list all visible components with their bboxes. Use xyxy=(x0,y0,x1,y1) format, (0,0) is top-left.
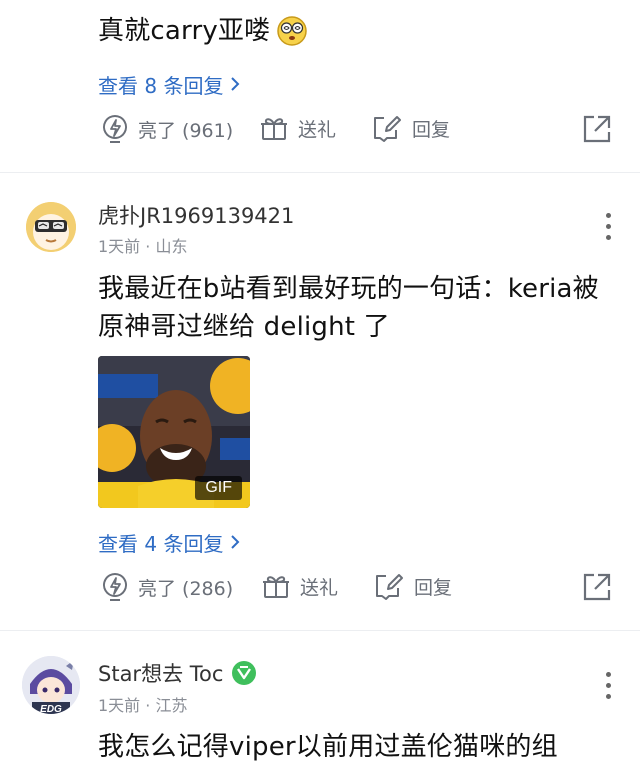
view-replies-link[interactable]: 查看 8 条回复 xyxy=(98,70,241,99)
chevron-right-icon xyxy=(229,73,241,97)
avatar-badge-text: EDG xyxy=(40,704,62,714)
kebab-dot xyxy=(605,683,611,688)
gift-icon xyxy=(260,114,288,142)
comment-text-line: 我最近在b站看到最好玩的一句话：keria被 xyxy=(98,274,599,304)
gift-button[interactable]: 送礼 xyxy=(260,114,336,142)
gift-button[interactable]: 送礼 xyxy=(262,572,338,600)
lightning-icon xyxy=(102,572,128,602)
share-button[interactable] xyxy=(582,572,612,602)
anime-character-avatar-icon: EDG xyxy=(22,656,80,714)
view-replies-link[interactable]: 查看 4 条回复 xyxy=(98,528,241,557)
share-icon xyxy=(582,572,612,602)
avatar[interactable] xyxy=(26,202,76,252)
reply-edit-icon xyxy=(374,572,404,600)
divider xyxy=(0,630,640,631)
verified-badge-icon xyxy=(231,660,257,686)
gif-image[interactable]: GIF xyxy=(98,356,250,508)
like-button[interactable]: 亮了 (961) xyxy=(102,114,233,144)
more-options-button[interactable] xyxy=(598,672,618,699)
lightning-icon xyxy=(102,114,128,144)
gift-label: 送礼 xyxy=(298,118,337,141)
comment-meta: 1天前 · 山东 xyxy=(98,237,188,256)
kebab-dot xyxy=(605,235,611,240)
reply-button[interactable]: 回复 xyxy=(372,114,450,142)
chevron-right-icon xyxy=(229,531,241,555)
username-text: 虎扑JR1969139421 xyxy=(98,204,295,228)
sunglasses-avatar-icon xyxy=(26,202,76,252)
kebab-dot xyxy=(605,672,611,677)
comment-text: 我最近在b站看到最好玩的一句话：keria被 原神哥过继给 delight 了 xyxy=(98,270,599,346)
reply-button[interactable]: 回复 xyxy=(374,572,452,600)
avatar[interactable]: EDG xyxy=(22,656,80,714)
comment-text: 真就carry亚喽 xyxy=(98,12,308,50)
reply-edit-icon xyxy=(372,114,402,142)
like-button[interactable]: 亮了 (286) xyxy=(102,572,233,602)
kebab-dot xyxy=(605,694,611,699)
username[interactable]: 虎扑JR1969139421 xyxy=(98,200,294,230)
dazed-emoji-icon xyxy=(276,15,308,47)
reply-label: 回复 xyxy=(414,576,453,599)
comment-text-line: 原神哥过继给 delight 了 xyxy=(98,312,390,342)
view-replies-label: 查看 8 条回复 xyxy=(98,74,224,98)
comment-meta: 1天前 · 江苏 xyxy=(98,696,188,715)
comment-actions: 亮了 (961) 送礼 回复 xyxy=(0,112,640,152)
like-count: 亮了 (961) xyxy=(138,119,234,142)
kebab-dot xyxy=(605,213,611,218)
username[interactable]: Star想去 Toc xyxy=(98,658,257,688)
comment-actions: 亮了 (286) 送礼 回复 xyxy=(0,570,640,610)
gift-icon xyxy=(262,572,290,600)
comment-text: 我怎么记得viper以前用过盖伦猫咪的组 xyxy=(98,732,558,762)
gif-badge: GIF xyxy=(195,476,242,500)
username-text: Star想去 Toc xyxy=(98,662,224,686)
like-count: 亮了 (286) xyxy=(138,577,234,600)
more-options-button[interactable] xyxy=(598,213,618,240)
kebab-dot xyxy=(605,224,611,229)
view-replies-label: 查看 4 条回复 xyxy=(98,532,224,556)
share-button[interactable] xyxy=(582,114,612,144)
divider xyxy=(0,172,640,173)
share-icon xyxy=(582,114,612,144)
comment-text-content: 真就carry亚喽 xyxy=(98,16,271,46)
reply-label: 回复 xyxy=(412,118,451,141)
gift-label: 送礼 xyxy=(300,576,339,599)
